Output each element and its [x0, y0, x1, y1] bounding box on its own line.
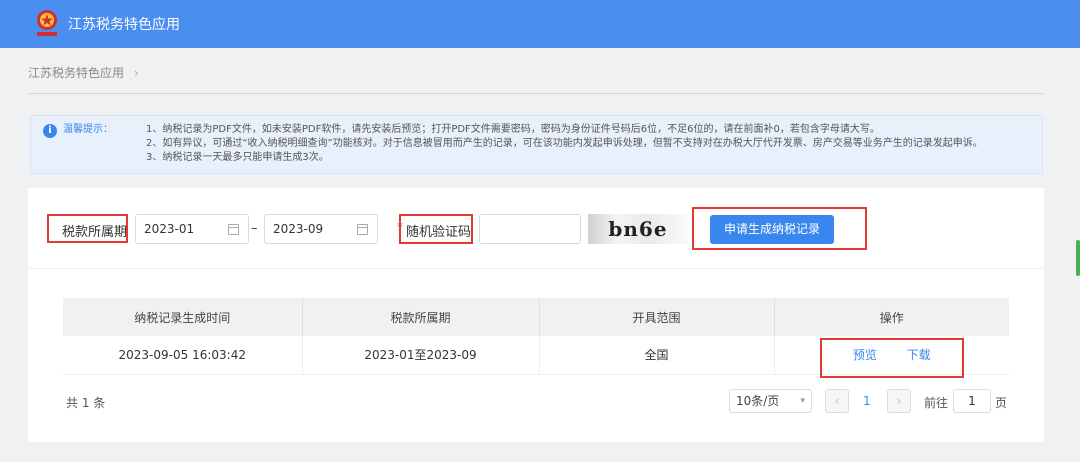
period-label: 税款所属期	[62, 225, 128, 240]
total-count: 共 1 条	[66, 396, 106, 410]
notice-line: 1、纳税记录为PDF文件，如未安装PDF软件，请先安装后预览；打开PDF文件需要…	[146, 124, 880, 135]
cell-scope: 全国	[539, 336, 775, 375]
table-header-row: 纳税记录生成时间 税款所属期 开具范围 操作	[63, 298, 1009, 336]
page-size-select[interactable]: 10条/页 ▾	[729, 389, 812, 413]
start-date-value: 2023-01	[144, 222, 195, 236]
captcha-image[interactable]: bn6e	[588, 214, 688, 244]
calendar-icon	[228, 224, 239, 235]
highlight-box-actions	[820, 338, 964, 378]
goto-page-input[interactable]: 1	[953, 389, 991, 413]
info-icon: i	[43, 124, 57, 138]
page-size-value: 10条/页	[736, 394, 780, 408]
cell-period: 2023-01至2023-09	[302, 336, 540, 375]
breadcrumb: 江苏税务特色应用 ›	[28, 64, 139, 81]
notice-line: 2、如有异议，可通过“收入纳税明细查询”功能核对。对于信息被冒用而产生的记录，可…	[146, 138, 983, 149]
page-unit-label: 页	[995, 396, 1008, 410]
captcha-label: 随机验证码	[406, 225, 472, 240]
panel-divider	[28, 268, 1044, 269]
prev-page-button[interactable]: ‹	[825, 389, 849, 413]
end-date-value: 2023-09	[273, 222, 324, 236]
start-date-input[interactable]: 2023-01	[135, 214, 249, 244]
top-bar: 江苏税务特色应用	[0, 0, 1080, 48]
current-page[interactable]: 1	[863, 394, 871, 408]
column-header: 税款所属期	[302, 298, 540, 336]
divider	[28, 93, 1044, 94]
date-range-dash: –	[251, 221, 258, 236]
end-date-input[interactable]: 2023-09	[264, 214, 378, 244]
column-header: 操作	[774, 298, 1009, 336]
apply-record-button[interactable]: 申请生成纳税记录	[710, 215, 834, 244]
cell-generated-time: 2023-09-05 16:03:42	[63, 336, 303, 375]
chevron-down-icon: ▾	[800, 396, 805, 406]
captcha-input[interactable]	[479, 214, 581, 244]
notice-box: i 温馨提示： 1、纳税记录为PDF文件，如未安装PDF软件，请先安装后预览；打…	[30, 115, 1043, 174]
column-header: 纳税记录生成时间	[63, 298, 303, 336]
page-scrollbar[interactable]	[1076, 240, 1080, 276]
column-header: 开具范围	[539, 298, 775, 336]
calendar-icon	[357, 224, 368, 235]
goto-label: 前往	[924, 396, 949, 410]
breadcrumb-separator-icon: ›	[134, 65, 139, 80]
notice-label: 温馨提示：	[63, 124, 113, 135]
app-title: 江苏税务特色应用	[68, 17, 180, 33]
next-page-button[interactable]: ›	[887, 389, 911, 413]
notice-line: 3、纳税记录一天最多只能申请生成3次。	[146, 152, 329, 163]
breadcrumb-item[interactable]: 江苏税务特色应用	[28, 64, 124, 81]
tax-emblem-icon	[32, 8, 62, 40]
